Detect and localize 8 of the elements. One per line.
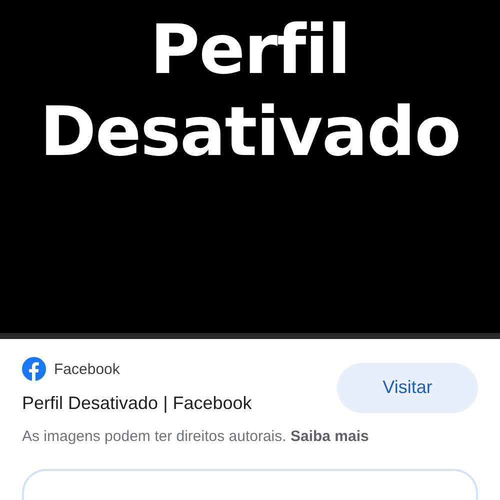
source-name: Facebook [54,360,120,378]
copyright-notice: As imagens podem ter direitos autorais. Saiba mais [21,427,370,445]
visit-button[interactable]: Visitar [337,362,478,412]
learn-more-link[interactable]: Saiba mais [290,428,369,445]
image-text: Perfil [150,10,350,92]
image-text: Desativado [40,92,460,174]
result-title[interactable]: Perfil Desativado | Facebook [22,393,252,414]
facebook-logo-icon [22,357,46,381]
